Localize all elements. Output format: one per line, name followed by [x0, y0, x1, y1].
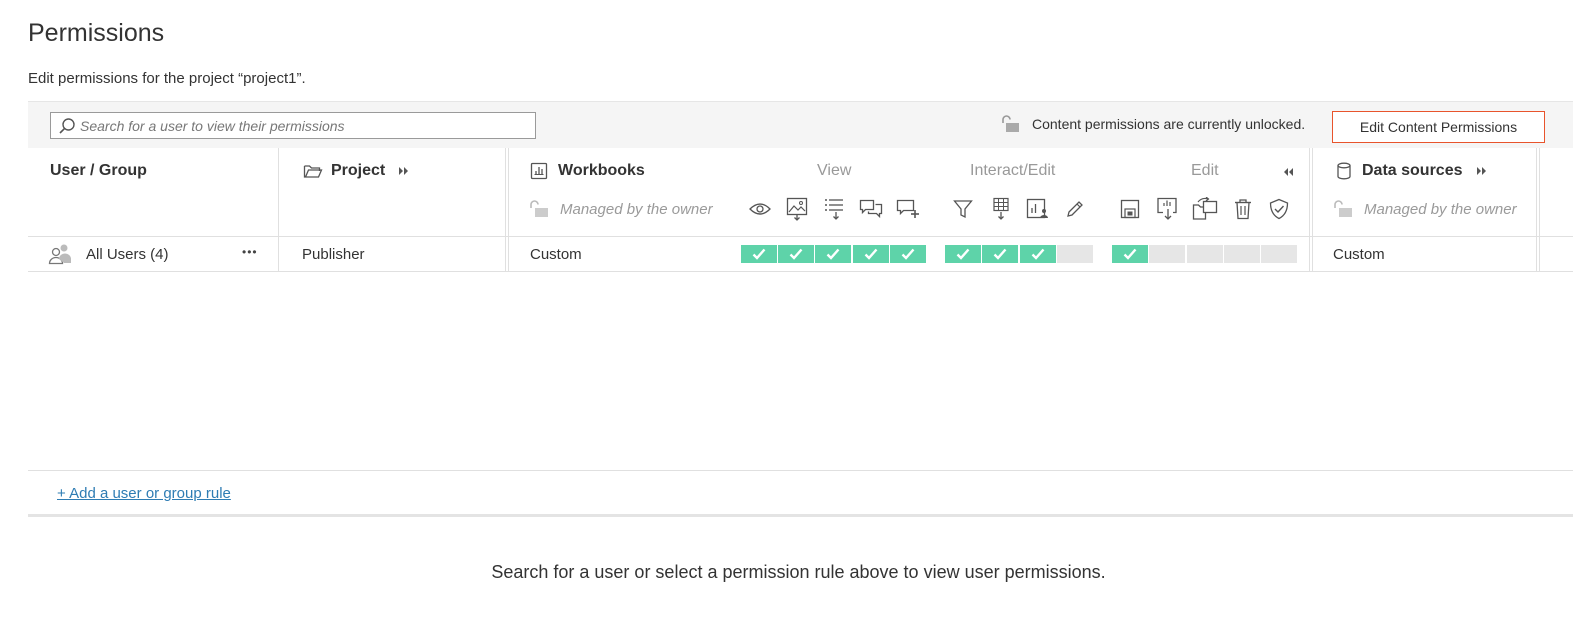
user-group-cell[interactable]: All Users (4) — [48, 243, 169, 265]
column-header-data-sources: Data sources — [1336, 162, 1489, 180]
comments-icon[interactable] — [858, 196, 884, 222]
workbooks-managed-by-owner: Managed by the owner — [528, 200, 713, 218]
capability-group-view: View — [817, 162, 852, 179]
pencil-icon[interactable] — [1062, 196, 1088, 222]
workbooks-header-label: Workbooks — [558, 162, 645, 179]
download-workbook-icon[interactable] — [1155, 196, 1181, 222]
collapse-left-icon[interactable] — [1281, 166, 1295, 178]
user-search-input[interactable] — [80, 113, 535, 138]
check-icon — [752, 248, 766, 260]
list-download-icon[interactable] — [821, 196, 847, 222]
capability-cell-view[interactable] — [890, 245, 926, 263]
check-icon — [1123, 248, 1137, 260]
capability-cell-edit[interactable] — [1187, 245, 1223, 263]
user-search-box[interactable] — [50, 112, 536, 139]
capability-cell-view[interactable] — [778, 245, 814, 263]
column-divider — [508, 148, 509, 272]
unlock-icon — [530, 200, 548, 217]
edit-content-permissions-button[interactable]: Edit Content Permissions — [1332, 111, 1545, 143]
header-divider — [28, 236, 1573, 237]
column-divider — [1312, 148, 1313, 272]
data-sources-template-cell[interactable]: Custom — [1333, 246, 1385, 263]
capability-cell-view[interactable] — [815, 245, 851, 263]
capability-cell-edit[interactable] — [1112, 245, 1148, 263]
check-icon — [1031, 248, 1045, 260]
capability-cell-view[interactable] — [741, 245, 777, 263]
column-divider — [1309, 148, 1310, 272]
row-more-options-button[interactable]: ••• — [242, 245, 258, 259]
check-icon — [864, 248, 878, 260]
capability-cell-interact-edit[interactable] — [982, 245, 1018, 263]
database-icon — [1337, 162, 1351, 180]
unlock-icon — [1334, 200, 1352, 217]
row-divider — [28, 271, 1573, 272]
capability-cell-edit[interactable] — [1224, 245, 1260, 263]
lock-status: Content permissions are currently unlock… — [1000, 115, 1305, 133]
check-icon — [993, 248, 1007, 260]
workbooks-template-cell[interactable]: Custom — [530, 246, 582, 263]
expand-right-icon[interactable] — [1475, 165, 1489, 177]
unlock-icon — [1002, 115, 1019, 132]
lock-status-text: Content permissions are currently unlock… — [1032, 116, 1306, 132]
workbooks-managed-label: Managed by the owner — [560, 200, 713, 218]
column-divider — [1539, 148, 1540, 272]
empty-state-message: Search for a user or select a permission… — [491, 562, 1106, 582]
page-subtitle: Edit permissions for the project “projec… — [28, 70, 306, 87]
permissions-toolbar: Content permissions are currently unlock… — [28, 101, 1573, 148]
workbook-icon — [530, 162, 548, 180]
project-header-label: Project — [331, 162, 386, 179]
data-sources-header-label: Data sources — [1362, 162, 1463, 179]
check-icon — [956, 248, 970, 260]
check-icon — [789, 248, 803, 260]
page-title: Permissions — [28, 19, 165, 47]
search-icon — [59, 117, 75, 134]
column-divider — [1536, 148, 1537, 272]
add-comment-icon[interactable] — [895, 196, 921, 222]
check-icon — [826, 248, 840, 260]
capability-group-edit: Edit — [1191, 162, 1219, 179]
check-icon — [901, 248, 915, 260]
expand-right-icon[interactable] — [397, 165, 411, 177]
capability-cell-edit[interactable] — [1149, 245, 1185, 263]
column-header-user-group: User / Group — [50, 162, 147, 179]
filter-icon[interactable] — [950, 196, 976, 222]
trash-icon[interactable] — [1230, 196, 1256, 222]
move-icon[interactable] — [1192, 196, 1218, 222]
chart-summary-icon[interactable] — [1025, 196, 1051, 222]
rules-footer-divider — [28, 470, 1573, 471]
image-download-icon[interactable] — [784, 196, 810, 222]
folder-icon — [303, 165, 323, 178]
column-divider — [505, 148, 506, 272]
column-divider — [278, 148, 279, 272]
data-download-icon[interactable] — [988, 196, 1014, 222]
user-group-name: All Users (4) — [86, 245, 169, 263]
capability-cell-interact-edit[interactable] — [1057, 245, 1093, 263]
capability-cell-interact-edit[interactable] — [945, 245, 981, 263]
column-header-workbooks: Workbooks — [530, 162, 645, 180]
add-user-group-rule-link[interactable]: + Add a user or group rule — [57, 485, 231, 502]
capability-cell-interact-edit[interactable] — [1020, 245, 1056, 263]
shield-check-icon[interactable] — [1266, 196, 1292, 222]
project-role-cell[interactable]: Publisher — [302, 246, 365, 263]
user-group-icon — [48, 244, 71, 265]
data-sources-managed-by-owner: Managed by the owner — [1332, 200, 1517, 218]
capability-cell-edit[interactable] — [1261, 245, 1297, 263]
capability-group-interact-edit: Interact/Edit — [970, 162, 1056, 179]
capability-cell-view[interactable] — [853, 245, 889, 263]
section-divider — [28, 514, 1573, 517]
column-header-project: Project — [303, 162, 411, 180]
eye-icon[interactable] — [747, 196, 773, 222]
data-sources-managed-label: Managed by the owner — [1364, 200, 1517, 218]
save-icon[interactable] — [1117, 196, 1143, 222]
